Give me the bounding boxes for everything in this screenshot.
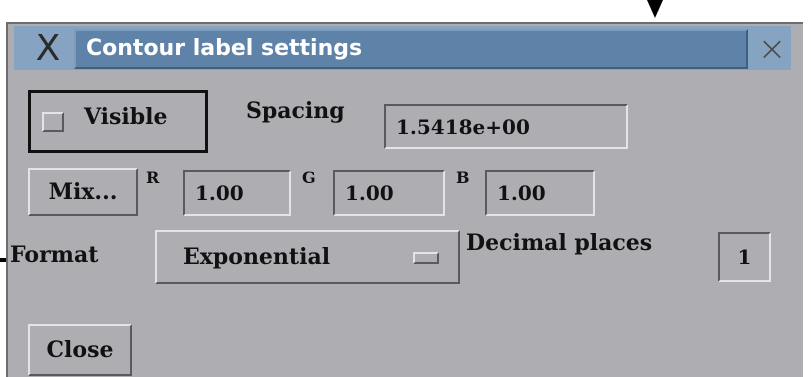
b-label: B [456,168,470,187]
format-label: Format [10,242,99,268]
g-input[interactable]: 1.00 [333,170,445,216]
close-icon[interactable]: × [752,30,792,68]
spacing-input[interactable]: 1.5418e+00 [384,104,628,149]
visible-label: Visible [84,104,168,130]
visible-checkbox[interactable] [42,112,64,132]
x-window-icon[interactable]: X [26,30,70,68]
annotation-arrow-top [0,0,811,22]
format-selected-value: Exponential [183,244,331,270]
decimal-places-label: Decimal places [466,230,653,256]
mix-button[interactable]: Mix... [28,168,138,216]
dropdown-indicator-icon[interactable] [413,252,439,264]
r-label: R [146,168,160,187]
decimal-places-input[interactable]: 1 [718,232,771,282]
b-input[interactable]: 1.00 [485,170,595,216]
g-label: G [302,168,316,187]
r-input[interactable]: 1.00 [183,170,291,216]
spacing-label: Spacing [246,98,345,124]
window-title: Contour label settings [86,36,363,61]
close-button[interactable]: Close [28,324,132,376]
